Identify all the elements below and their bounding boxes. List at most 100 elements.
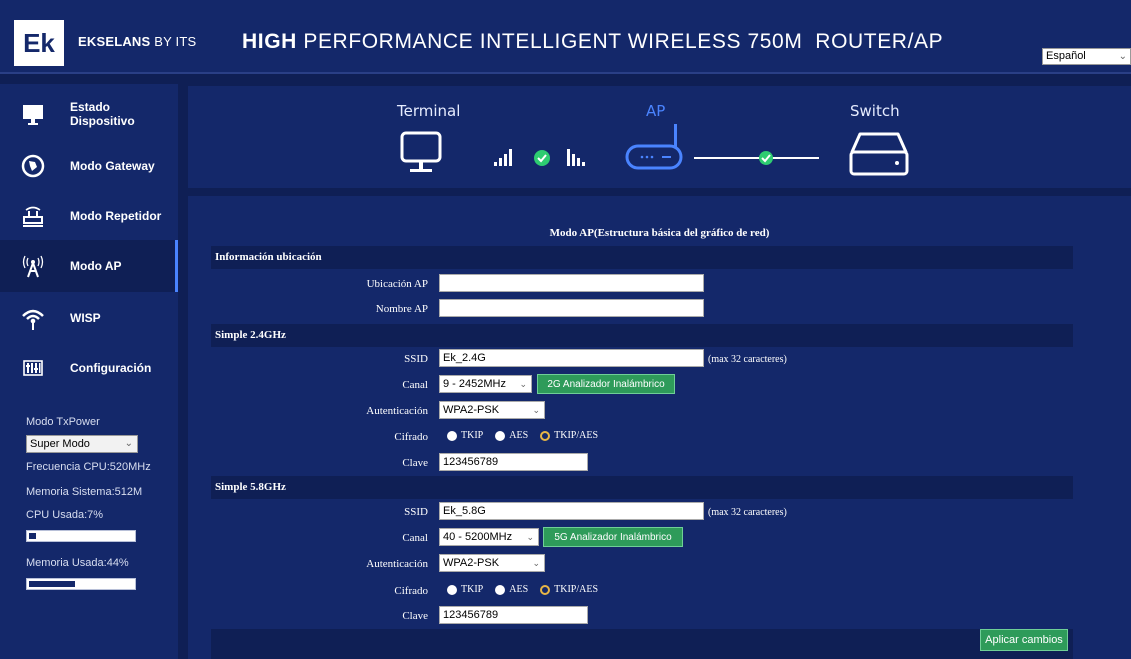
chevron-down-icon: ⌄	[519, 379, 527, 389]
sidebar-item-label: Modo Gateway	[70, 159, 155, 173]
network-topology: Terminal AP Switch	[188, 86, 1131, 188]
cpu-frequency: Frecuencia CPU:520MHz	[26, 461, 151, 473]
radio-icon	[447, 430, 457, 441]
wifi-icon	[20, 305, 46, 331]
cipher-5g-aes[interactable]: AES	[495, 584, 528, 595]
cipher-5g-tkip-aes[interactable]: TKIP/AES	[540, 584, 598, 595]
channel-2g-select[interactable]: 9 - 2452MHz ⌄	[439, 375, 532, 393]
language-select[interactable]: Español ⌄	[1042, 48, 1131, 65]
check-icon	[534, 150, 550, 166]
sidebar-item-modo-repetidor[interactable]: Modo Repetidor	[0, 190, 178, 242]
globe-icon	[20, 153, 46, 179]
chevron-down-icon: ⌄	[532, 405, 540, 415]
cpu-usage-bar	[26, 530, 136, 542]
auth-5g-label: Autenticación	[366, 558, 428, 570]
ap-settings-form: Modo AP(Estructura básica del gráfico de…	[188, 196, 1131, 659]
key-5g-label: Clave	[402, 610, 428, 622]
memory-usage-bar	[26, 578, 136, 590]
terminal-icon	[400, 131, 442, 172]
auth-2g-value: WPA2-PSK	[443, 404, 500, 416]
radio-selected-icon	[540, 430, 551, 441]
channel-5g-label: Canal	[402, 532, 428, 544]
cipher-2g-tkip-aes[interactable]: TKIP/AES	[540, 430, 598, 441]
title-bold: HIGH	[242, 30, 297, 53]
sliders-icon	[20, 355, 46, 381]
key-2g-input[interactable]: 123456789	[439, 453, 588, 471]
auth-5g-value: WPA2-PSK	[443, 557, 500, 569]
ssid-2g-hint: (max 32 caracteres)	[708, 354, 787, 365]
radio-label: TKIP	[461, 584, 484, 595]
ssid-5g-label: SSID	[404, 506, 428, 518]
section-title: Simple 5.8GHz	[215, 481, 286, 493]
sidebar-item-modo-ap[interactable]: Modo AP	[0, 240, 178, 292]
antenna-icon	[20, 253, 46, 279]
system-memory: Memoria Sistema:512M	[26, 486, 143, 498]
switch-icon	[849, 132, 909, 176]
header: Ek EKSELANS BY ITS HIGH PERFORMANCE INTE…	[0, 0, 1131, 74]
brand-rest: BY ITS	[154, 34, 197, 49]
section-location: Información ubicación	[211, 246, 1073, 269]
sidebar-item-configuracion[interactable]: Configuración	[0, 342, 178, 394]
sidebar-item-label: WISP	[70, 311, 101, 325]
ssid-2g-input[interactable]: Ek_2.4G	[439, 349, 704, 367]
section-title: Información ubicación	[215, 251, 322, 263]
txpower-value: Super Modo	[30, 438, 90, 450]
topology-diagram	[400, 124, 909, 176]
cipher-2g-aes[interactable]: AES	[495, 430, 528, 441]
memory-usage-label: Memoria Usada:44%	[26, 557, 129, 569]
sidebar-item-label: Modo AP	[70, 259, 122, 273]
cipher-5g-tkip[interactable]: TKIP	[447, 584, 483, 595]
radio-label: TKIP	[461, 430, 484, 441]
section-band-2g: Simple 2.4GHz	[211, 324, 1073, 347]
radio-selected-icon	[540, 584, 551, 595]
auth-2g-select[interactable]: WPA2-PSK ⌄	[439, 401, 545, 419]
ap-name-input[interactable]	[439, 299, 704, 317]
sidebar: Estado Dispositivo Modo Gateway Modo Rep…	[0, 84, 178, 659]
signal-bars-icon	[567, 149, 585, 166]
ap-location-label: Ubicación AP	[366, 278, 428, 290]
sidebar-item-label: Estado Dispositivo	[70, 100, 135, 128]
txpower-select[interactable]: Super Modo ⌄	[26, 435, 138, 453]
form-title: Modo AP(Estructura básica del gráfico de…	[549, 227, 770, 239]
analyzer-5g-button[interactable]: 5G Analizador Inalámbrico	[543, 527, 683, 547]
key-2g-label: Clave	[402, 457, 428, 469]
auth-2g-label: Autenticación	[366, 405, 428, 417]
txpower-label: Modo TxPower	[26, 416, 100, 428]
apply-changes-button[interactable]: Aplicar cambios	[980, 629, 1068, 651]
ap-location-input[interactable]	[439, 274, 704, 292]
radio-icon	[447, 584, 457, 595]
language-value: Español	[1046, 50, 1086, 62]
chevron-down-icon: ⌄	[532, 558, 540, 568]
memory-usage-fill	[29, 581, 75, 587]
ap-name-label: Nombre AP	[375, 303, 428, 315]
section-title: Simple 2.4GHz	[215, 329, 286, 341]
auth-5g-select[interactable]: WPA2-PSK ⌄	[439, 554, 545, 572]
brand-name: EKSELANS BY ITS	[78, 34, 196, 49]
sidebar-item-wisp[interactable]: WISP	[0, 292, 178, 344]
channel-5g-value: 40 - 5200MHz	[443, 531, 513, 543]
monitor-icon	[20, 101, 46, 127]
access-point-icon	[625, 124, 683, 170]
logo: Ek	[14, 20, 64, 66]
sidebar-item-modo-gateway[interactable]: Modo Gateway	[0, 140, 178, 192]
channel-5g-select[interactable]: 40 - 5200MHz ⌄	[439, 528, 539, 546]
ssid-5g-input[interactable]: Ek_5.8G	[439, 502, 704, 520]
cpu-usage-fill	[29, 533, 36, 539]
radio-label: AES	[509, 584, 529, 595]
sidebar-item-estado-dispositivo[interactable]: Estado Dispositivo	[0, 88, 178, 140]
chevron-down-icon: ⌄	[1118, 51, 1127, 62]
analyzer-2g-button[interactable]: 2G Analizador Inalámbrico	[537, 374, 675, 394]
cipher-2g-radio-group: TKIP AES TKIP/AES	[447, 430, 610, 441]
router-admin-page: Ek EKSELANS BY ITS HIGH PERFORMANCE INTE…	[0, 0, 1131, 659]
ssid-5g-hint: (max 32 caracteres)	[708, 507, 787, 518]
key-5g-input[interactable]: 123456789	[439, 606, 588, 624]
cipher-5g-radio-group: TKIP AES TKIP/AES	[447, 584, 610, 595]
chevron-down-icon: ⌄	[526, 532, 534, 542]
cipher-2g-tkip[interactable]: TKIP	[447, 430, 483, 441]
signal-bars-icon	[494, 149, 512, 166]
cipher-2g-label: Cifrado	[394, 431, 428, 443]
ssid-2g-label: SSID	[404, 353, 428, 365]
radio-icon	[495, 584, 506, 595]
chevron-down-icon: ⌄	[124, 438, 133, 449]
cpu-usage-label: CPU Usada:7%	[26, 509, 104, 521]
